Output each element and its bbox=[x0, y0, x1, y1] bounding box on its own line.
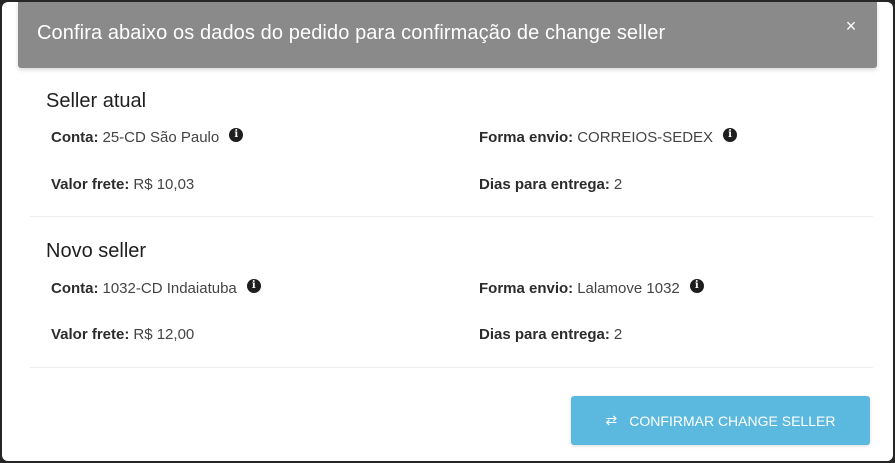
section-divider bbox=[30, 367, 873, 368]
seller-atual-dias-entrega: Dias para entrega: 2 bbox=[479, 176, 622, 193]
forma-envio-label: Forma envio: bbox=[479, 280, 574, 297]
valor-frete-label: Valor frete: bbox=[51, 326, 130, 343]
modal-title: Confira abaixo os dados do pedido para c… bbox=[37, 22, 666, 44]
valor-frete-value: R$ 12,00 bbox=[133, 326, 195, 343]
novo-seller-conta: Conta: 1032-CD Indaiatuba i bbox=[51, 278, 261, 297]
novo-seller-valor-frete: Valor frete: R$ 12,00 bbox=[51, 326, 194, 343]
modal-header: Confira abaixo os dados do pedido para c… bbox=[18, 2, 877, 68]
conta-label: Conta: bbox=[51, 280, 99, 297]
confirm-change-seller-button[interactable]: ⇄ CONFIRMAR CHANGE SELLER bbox=[571, 396, 870, 445]
forma-envio-value: CORREIOS-SEDEX bbox=[577, 129, 714, 146]
conta-value: 1032-CD Indaiatuba bbox=[102, 280, 237, 297]
novo-seller-forma-envio: Forma envio: Lalamove 1032 i bbox=[479, 278, 704, 297]
dias-entrega-value: 2 bbox=[613, 326, 623, 343]
dias-entrega-label: Dias para entrega: bbox=[479, 176, 610, 193]
close-icon[interactable]: × bbox=[841, 16, 861, 36]
swap-arrows-icon: ⇄ bbox=[605, 412, 618, 428]
novo-seller-dias-entrega: Dias para entrega: 2 bbox=[479, 326, 622, 343]
forma-envio-label: Forma envio: bbox=[479, 129, 574, 146]
change-seller-modal: Confira abaixo os dados do pedido para c… bbox=[2, 2, 893, 461]
dias-entrega-label: Dias para entrega: bbox=[479, 326, 610, 343]
seller-atual-valor-frete: Valor frete: R$ 10,03 bbox=[51, 176, 194, 193]
conta-value: 25-CD São Paulo bbox=[102, 129, 220, 146]
info-icon[interactable]: i bbox=[229, 127, 244, 142]
section-title-seller-atual: Seller atual bbox=[46, 90, 147, 112]
forma-envio-value: Lalamove 1032 bbox=[577, 280, 680, 297]
section-title-novo-seller: Novo seller bbox=[46, 240, 147, 262]
seller-atual-conta: Conta: 25-CD São Paulo i bbox=[51, 127, 244, 146]
info-icon[interactable]: i bbox=[246, 278, 261, 293]
info-icon[interactable]: i bbox=[723, 127, 738, 142]
valor-frete-value: R$ 10,03 bbox=[133, 176, 195, 193]
section-divider bbox=[30, 216, 873, 217]
dias-entrega-value: 2 bbox=[613, 176, 623, 193]
info-icon[interactable]: i bbox=[689, 278, 704, 293]
confirm-button-label: CONFIRMAR CHANGE SELLER bbox=[629, 412, 836, 429]
conta-label: Conta: bbox=[51, 129, 99, 146]
valor-frete-label: Valor frete: bbox=[51, 176, 130, 193]
seller-atual-forma-envio: Forma envio: CORREIOS-SEDEX i bbox=[479, 127, 738, 146]
